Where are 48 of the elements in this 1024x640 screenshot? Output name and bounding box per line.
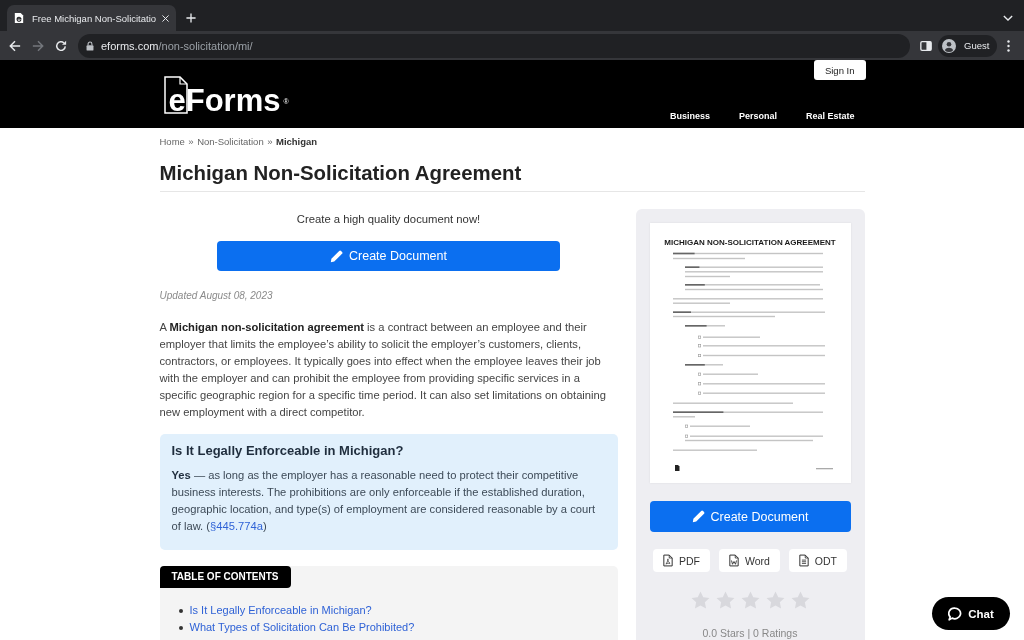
reload-icon[interactable] xyxy=(55,39,67,52)
document-title: MICHIGAN NON-SOLICITATION AGREEMENT xyxy=(663,237,837,248)
pencil-icon xyxy=(330,249,343,263)
nav-link[interactable]: Real Estate xyxy=(805,109,855,123)
text-file-icon xyxy=(798,554,809,567)
breadcrumb-link[interactable]: Non-Solicitation xyxy=(197,135,264,149)
sign-in-button[interactable]: Sign In xyxy=(813,60,866,80)
create-document-button[interactable]: Create Document xyxy=(217,241,560,271)
page-icon xyxy=(14,12,24,24)
side-panel-icon[interactable] xyxy=(920,40,932,51)
menu-icon[interactable] xyxy=(1007,39,1011,52)
breadcrumb-link[interactable]: Home xyxy=(159,135,185,149)
avatar-icon xyxy=(942,38,956,53)
format-button[interactable]: PDF xyxy=(652,549,710,572)
lock-icon xyxy=(86,40,94,51)
close-icon[interactable] xyxy=(162,14,169,22)
nav-link[interactable]: Personal xyxy=(738,109,777,123)
tagline-text: Create a high quality document now! xyxy=(295,212,482,227)
callout-heading: Is It Legally Enforceable in Michigan? xyxy=(171,442,405,460)
plus-icon[interactable] xyxy=(186,13,196,23)
word-file-icon xyxy=(728,554,739,567)
toc-link[interactable]: What Types of Solicitation Can Be Prohibited? xyxy=(189,619,415,636)
pencil-icon xyxy=(691,510,705,523)
breadcrumb-current: Michigan xyxy=(276,135,318,149)
updated-date: Updated August 08, 2023 xyxy=(159,289,274,303)
pdf-file-icon xyxy=(662,554,673,567)
format-button[interactable]: ODT xyxy=(788,549,848,572)
address-field[interactable]: eforms.com/non-solicitation/mi/ xyxy=(78,33,910,58)
chevron-down-icon[interactable] xyxy=(1003,15,1013,21)
chat-button[interactable]: Chat xyxy=(932,597,1010,630)
bullet-icon xyxy=(178,625,183,630)
toc-link[interactable]: Is It Legally Enforceable in Michigan? xyxy=(189,602,372,619)
page-title: Michigan Non-Solicitation Agreement xyxy=(159,160,865,192)
create-document-button[interactable]: Create Document xyxy=(649,501,851,532)
bullet-icon xyxy=(178,608,183,613)
breadcrumb-separator: » xyxy=(267,135,273,149)
statute-link[interactable]: §445.774a xyxy=(210,519,263,532)
nav-link[interactable]: Business xyxy=(669,109,710,123)
toc-heading: TABLE OF CONTENTS xyxy=(159,565,291,588)
profile-button[interactable]: Guest xyxy=(938,34,998,57)
speech-bubble-icon xyxy=(948,606,963,621)
breadcrumb-separator: » xyxy=(188,135,194,149)
format-button[interactable]: Word xyxy=(718,549,780,572)
back-arrow-icon[interactable] xyxy=(9,39,21,52)
intro-paragraph: A Michigan non-solicitation agreement is a contract between an employee and their employer that limits the employee’s ability to solicit the employer’s customers, clients, contractors, or employees. It typically goes into effect when the employee leaves their job with the employer and can prohibit the employee from providing specific services in a specific geographic region for a specific time period. It can also set limitations on obtaining new employment with a direct competitor. xyxy=(159,320,607,420)
callout-text: Yes — as long as the employer has a reasonable need to protect their competitive business interests. The prohibitions are only enforceable if the established duration, geographic location, and type(s) of employment are considered reasonable by a court of law. (§445.774a) xyxy=(171,467,596,534)
browser-tab[interactable]: Free Michigan Non-Solicitatio xyxy=(7,5,176,31)
rating-summary: 0.0 Stars | 0 Ratings xyxy=(701,627,799,639)
